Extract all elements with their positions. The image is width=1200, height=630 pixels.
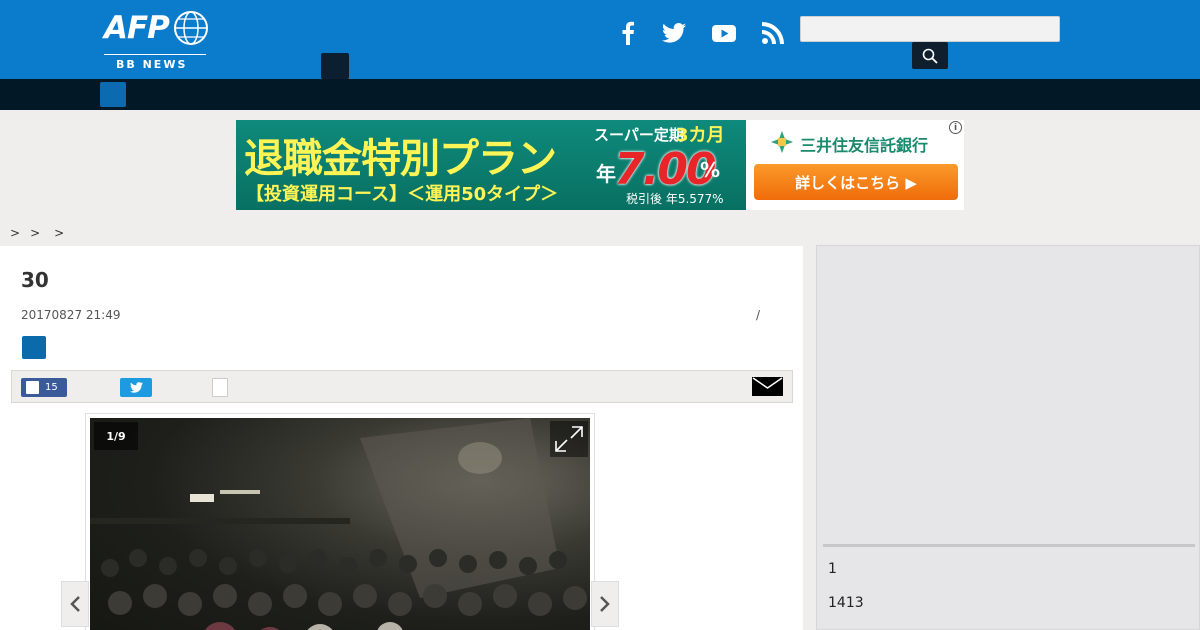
breadcrumb-separator: >	[30, 226, 41, 240]
comment-count-bubble[interactable]	[212, 378, 228, 397]
breadcrumb: > > >	[10, 226, 74, 240]
ad-bank-name: 三井住友信託銀行	[800, 136, 929, 155]
ad-banner[interactable]: 退職金特別プラン 【投資運用コース】＜運用50タイプ＞ スーパー定期 3カ月 年…	[236, 120, 964, 210]
expand-icon	[555, 426, 583, 452]
twitter-icon[interactable]	[661, 20, 687, 46]
cinema-audience-image	[90, 418, 587, 630]
afpbb-logo[interactable]: AFP BB NEWS	[104, 8, 208, 72]
ad-year: 年	[596, 162, 616, 186]
search-icon	[922, 48, 938, 64]
logo-divider	[104, 54, 206, 55]
sidebar: 1 1413	[816, 245, 1200, 630]
ad-title: 退職金特別プラン	[244, 136, 557, 182]
nav-bar	[0, 79, 1200, 110]
breadcrumb-separator: >	[54, 226, 65, 240]
youtube-icon[interactable]	[711, 20, 737, 46]
share-bar: 15	[11, 370, 793, 403]
gallery-counter: 1/9	[94, 422, 138, 450]
facebook-icon	[26, 381, 39, 394]
ad-percent: %	[700, 158, 721, 182]
category-tag-button[interactable]	[22, 336, 46, 359]
sidebar-divider	[823, 544, 1195, 547]
globe-icon	[174, 11, 208, 45]
ad-subtitle: 【投資運用コース】＜運用50タイプ＞	[246, 184, 559, 205]
twitter-share-button[interactable]	[120, 378, 152, 397]
sidebar-item-2[interactable]: 1413	[828, 595, 864, 611]
photo-gallery: 1/9	[85, 413, 595, 630]
logo-bbnews-text: BB NEWS	[116, 58, 188, 71]
ad-cta-button[interactable]: 詳しくはこちら ▶	[754, 164, 958, 200]
gallery-photo[interactable]: 1/9	[90, 418, 590, 630]
breadcrumb-separator: >	[10, 226, 21, 240]
gallery-prev-button[interactable]	[61, 581, 89, 627]
mail-icon[interactable]	[752, 377, 783, 396]
rss-icon[interactable]	[760, 20, 786, 46]
bank-logo-icon	[771, 131, 793, 153]
ad-info-icon[interactable]: i	[949, 121, 962, 134]
logo-afp-text: AFP	[104, 10, 170, 46]
article-date: 20170827 21:49	[21, 308, 121, 322]
twitter-icon	[129, 382, 143, 393]
ad-after-tax: 税引後 年5.577%	[626, 192, 724, 206]
chevron-left-icon	[70, 596, 80, 612]
facebook-share-button[interactable]: 15	[21, 378, 67, 397]
gallery-next-button[interactable]	[591, 581, 619, 627]
nav-home-button[interactable]	[100, 82, 126, 107]
expand-button[interactable]	[550, 421, 588, 457]
facebook-share-count: 15	[45, 382, 58, 393]
ad-right-panel: 三井住友信託銀行 詳しくはこちら ▶	[746, 120, 964, 210]
facebook-icon[interactable]	[615, 20, 641, 46]
search-input[interactable]	[800, 16, 1060, 42]
chevron-right-icon	[600, 596, 610, 612]
ad-super-term: スーパー定期	[594, 126, 684, 144]
search-button[interactable]	[912, 42, 948, 69]
article-separator: /	[756, 308, 761, 322]
article-title: 30	[21, 268, 49, 292]
sidebar-item-1[interactable]: 1	[828, 561, 837, 577]
menu-button[interactable]	[321, 53, 349, 79]
